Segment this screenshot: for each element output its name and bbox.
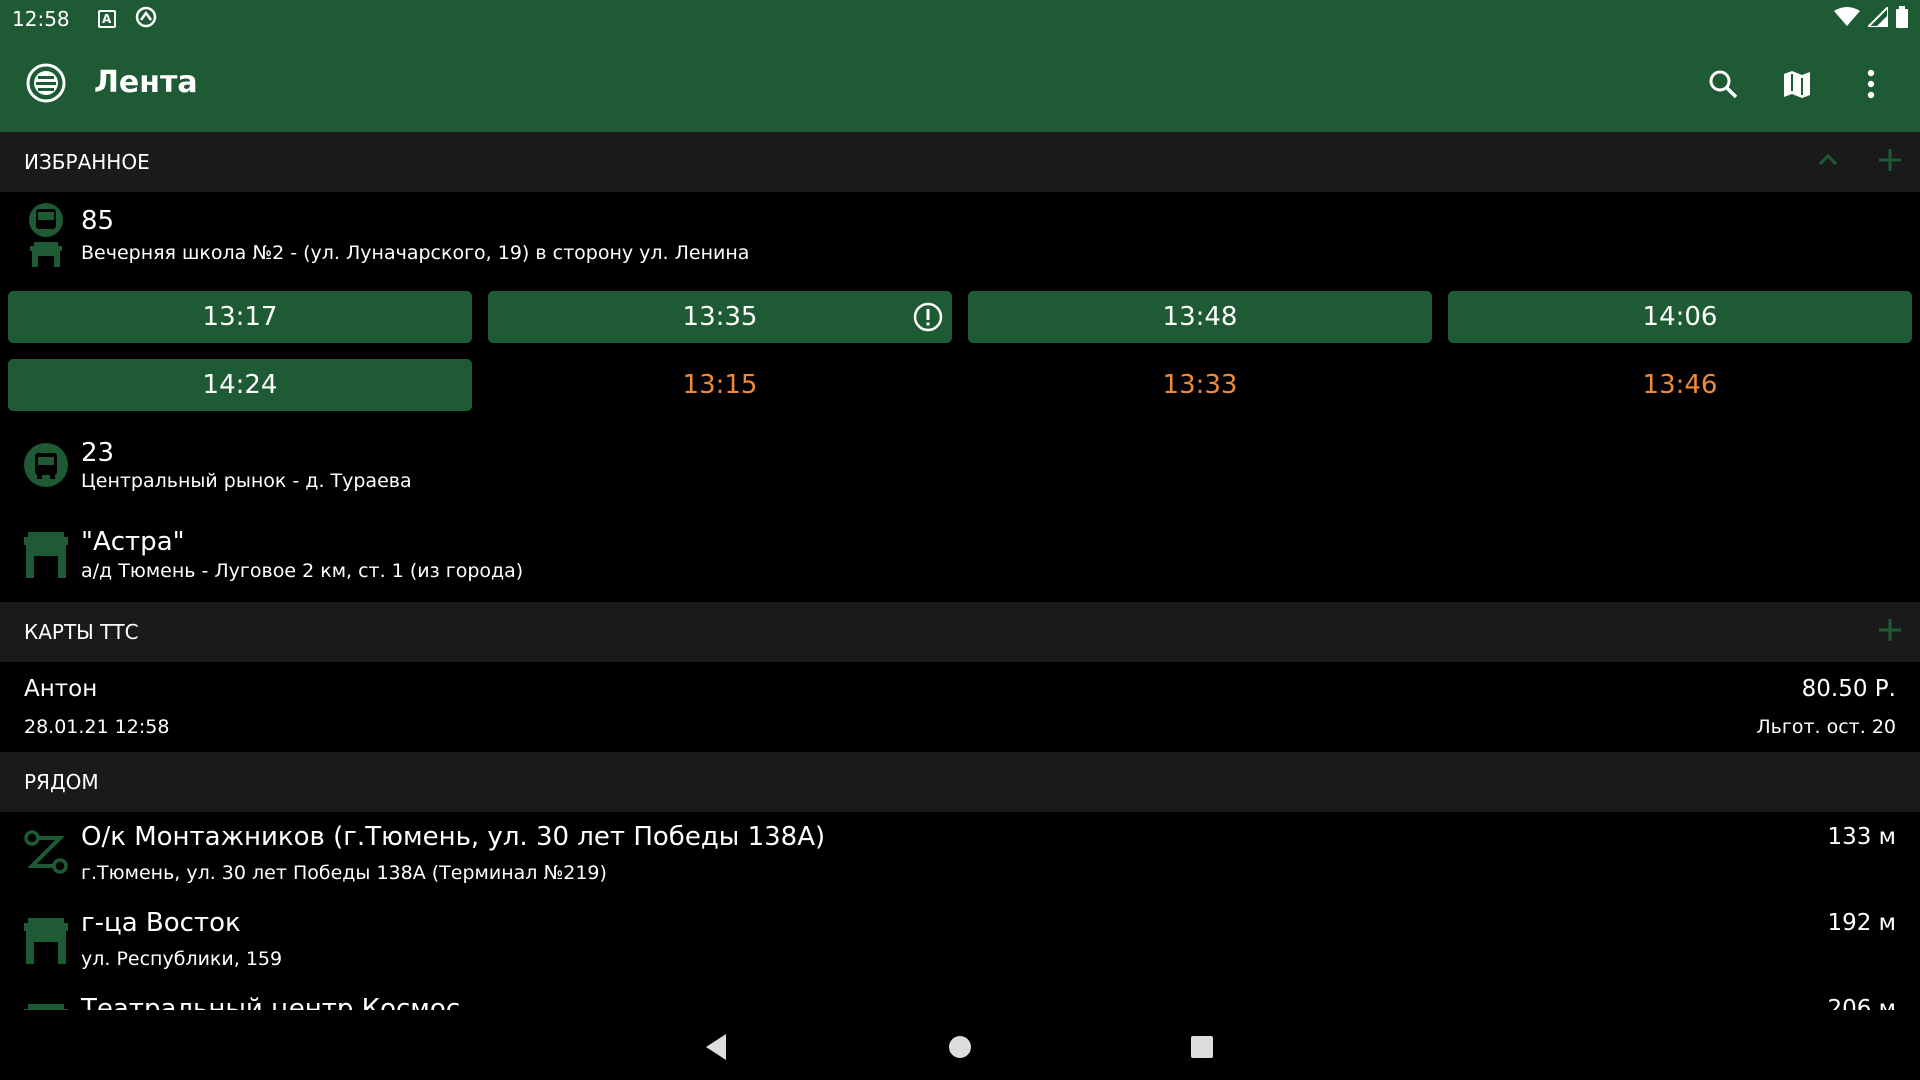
scheduled-time: 13:15	[682, 370, 758, 400]
bus-stop-icon	[24, 202, 68, 268]
system-nav-bar	[0, 1012, 1920, 1080]
route-icon	[24, 830, 68, 874]
arrival-time-button[interactable]: 13:35	[488, 291, 952, 343]
list-item[interactable]: О/к Монтажников (г.Тюмень, ул. 30 лет По…	[0, 812, 1920, 898]
nearby-list[interactable]: О/к Монтажников (г.Тюмень, ул. 30 лет По…	[0, 812, 1920, 1010]
card-owner: Антон	[24, 676, 98, 702]
bus-stop-icon	[24, 530, 68, 580]
arrival-time-button[interactable]: 14:06	[1448, 291, 1912, 343]
list-item[interactable]: г-ца Восток ул. Республики, 159 192 м	[0, 898, 1920, 984]
collapse-favorites-button[interactable]	[1816, 148, 1840, 177]
recents-button[interactable]	[1185, 1030, 1219, 1064]
route-number: 85	[81, 206, 115, 236]
cards-header-label: КАРТЫ ТТС	[24, 620, 139, 644]
status-time: 12:58	[12, 6, 70, 31]
arrival-time-button[interactable]: 13:48	[968, 291, 1432, 343]
card-date: 28.01.21 12:58	[24, 716, 170, 738]
add-favorite-button[interactable]	[1876, 146, 1904, 179]
bus-stop-icon	[24, 916, 68, 966]
card-rides-left: Льгот. ост. 20	[1756, 716, 1896, 738]
signal-icon	[1865, 4, 1889, 31]
nearby-distance: 133 м	[1827, 824, 1896, 850]
battery-icon	[1896, 5, 1908, 32]
stop-name: "Астра"	[81, 527, 185, 557]
more-menu-button[interactable]	[1852, 65, 1890, 103]
home-button[interactable]	[943, 1030, 977, 1064]
arrival-time-button[interactable]: 13:17	[8, 291, 472, 343]
nearby-address: г.Тюмень, ул. 30 лет Победы 138А (Термин…	[81, 862, 607, 884]
nearby-address: ул. Республики, 159	[81, 948, 283, 970]
status-bar: 12:58 A	[0, 0, 1920, 37]
favorite-stop-astra[interactable]: "Астра" а/д Тюмень - Луговое 2 км, ст. 1…	[0, 510, 1920, 600]
list-item[interactable]: Театральный центр Космос 206 м	[0, 984, 1920, 1010]
route-number: 23	[81, 438, 115, 468]
bus-stop-icon	[24, 1002, 68, 1010]
nearby-title: г-ца Восток	[81, 908, 241, 938]
stop-address: а/д Тюмень - Луговое 2 км, ст. 1 (из гор…	[81, 560, 524, 582]
tts-card-row[interactable]: Антон 28.01.21 12:58 80.50 Р. Льгот. ост…	[0, 662, 1920, 752]
app-bar: Лента	[0, 37, 1920, 132]
route-stop-name: Вечерняя школа №2 - (ул. Луначарского, 1…	[81, 242, 750, 264]
more-vert-icon	[1867, 69, 1875, 99]
chevron-up-icon	[1818, 153, 1838, 165]
page-title: Лента	[94, 65, 198, 100]
back-button[interactable]	[700, 1030, 734, 1064]
sync-icon	[134, 5, 158, 33]
arrival-time-button[interactable]: 14:24	[8, 359, 472, 411]
home-circle-icon	[949, 1036, 971, 1058]
card-balance: 80.50 Р.	[1801, 676, 1896, 702]
search-icon	[1709, 70, 1738, 99]
scheduled-time: 13:33	[1162, 370, 1238, 400]
plus-icon	[1879, 618, 1901, 641]
nearby-header: РЯДОМ	[0, 752, 1920, 812]
scheduled-time: 13:46	[1642, 370, 1718, 400]
arrival-time-label: 13:35	[682, 302, 758, 332]
favorite-route-85[interactable]: 85 Вечерняя школа №2 - (ул. Луначарского…	[0, 192, 1920, 282]
bus-icon	[24, 443, 68, 487]
favorites-header: ИЗБРАННОЕ	[0, 132, 1920, 192]
route-name: Центральный рынок - д. Тураева	[81, 470, 412, 492]
nearby-header-label: РЯДОМ	[24, 770, 99, 794]
favorite-route-23[interactable]: 23 Центральный рынок - д. Тураева	[0, 420, 1920, 510]
app-logo-icon[interactable]	[26, 63, 66, 103]
search-button[interactable]	[1704, 65, 1742, 103]
add-card-button[interactable]	[1876, 616, 1904, 649]
map-icon	[1784, 71, 1810, 98]
favorites-header-label: ИЗБРАННОЕ	[24, 150, 150, 174]
alert-icon	[912, 301, 944, 333]
nearby-distance: 206 м	[1827, 996, 1896, 1010]
nearby-title: О/к Монтажников (г.Тюмень, ул. 30 лет По…	[81, 822, 826, 852]
keyboard-icon: A	[97, 9, 116, 28]
recents-square-icon	[1191, 1036, 1213, 1058]
map-button[interactable]	[1778, 65, 1816, 103]
plus-icon	[1879, 148, 1901, 171]
cards-header: КАРТЫ ТТС	[0, 602, 1920, 662]
nearby-title: Театральный центр Космос	[81, 994, 461, 1010]
back-triangle-icon	[706, 1034, 726, 1060]
nearby-distance: 192 м	[1827, 910, 1896, 936]
wifi-icon	[1834, 6, 1860, 31]
